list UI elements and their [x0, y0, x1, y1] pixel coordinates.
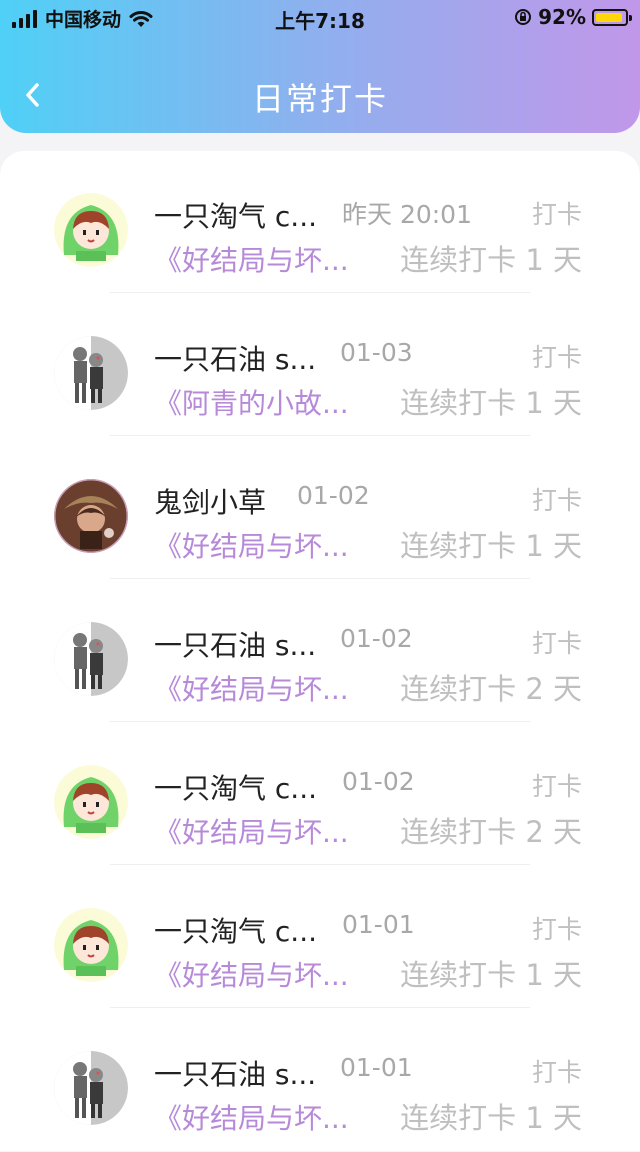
list-item[interactable]: 一只淘气 c... 01-01 打卡 《好结局与坏... 连续打卡 1 天 [0, 866, 640, 1009]
list-item[interactable]: 一只淘气 c... 01-02 打卡 《好结局与坏... 连续打卡 2 天 [0, 723, 640, 866]
user-nickname: 鬼剑小草 [154, 486, 267, 519]
orientation-lock-icon [515, 9, 532, 25]
list-item[interactable]: 一只淘气 c... 昨天 20:01 打卡 《好结局与坏... 连续打卡 1 天 [0, 151, 640, 294]
book-title[interactable]: 《好结局与坏... [154, 668, 349, 708]
user-avatar[interactable] [54, 622, 128, 696]
user-nickname: 一只淘气 c... [154, 200, 317, 233]
divider [110, 864, 530, 865]
checkin-time: 昨天 20:01 [342, 200, 472, 229]
checkin-time: 01-01 [340, 1053, 413, 1082]
user-avatar[interactable] [54, 908, 128, 982]
header-bar: 中国移动 上午7:18 92% 日常打卡 [0, 0, 640, 133]
girl-green-hood-avatar-icon [54, 908, 128, 982]
checkin-time: 01-01 [342, 910, 415, 939]
divider [110, 435, 530, 436]
streak-text: 连续打卡 1 天 [400, 1101, 582, 1135]
checkin-time: 01-03 [340, 338, 413, 367]
user-nickname: 一只石油 s... [154, 343, 317, 376]
book-title[interactable]: 《好结局与坏... [154, 525, 349, 565]
grey-character-avatar-icon [54, 336, 128, 410]
checkin-time: 01-02 [340, 624, 413, 653]
streak-text: 连续打卡 1 天 [400, 529, 582, 563]
status-right: 92% [514, 5, 632, 29]
user-nickname: 一只石油 s... [154, 629, 317, 662]
book-title[interactable]: 《好结局与坏... [154, 1097, 349, 1137]
streak-text: 连续打卡 1 天 [400, 386, 582, 420]
girl-green-hood-avatar-icon [54, 193, 128, 267]
checkin-action: 打卡 [531, 343, 582, 372]
checkin-action: 打卡 [531, 915, 582, 944]
user-avatar[interactable] [54, 336, 128, 410]
list-item[interactable]: 一只石油 s... 01-02 打卡 《好结局与坏... 连续打卡 2 天 [0, 580, 640, 723]
streak-text: 连续打卡 1 天 [400, 958, 582, 992]
user-avatar[interactable] [54, 1051, 128, 1125]
checkin-action: 打卡 [531, 772, 582, 801]
book-title[interactable]: 《好结局与坏... [154, 954, 349, 994]
user-nickname: 一只石油 s... [154, 1058, 317, 1091]
page-title: 日常打卡 [251, 80, 388, 118]
user-nickname: 一只淘气 c... [154, 772, 317, 805]
brown-character-avatar-icon [54, 479, 128, 553]
streak-text: 连续打卡 1 天 [400, 243, 582, 277]
checkin-action: 打卡 [531, 486, 582, 515]
checkin-list: 一只淘气 c... 昨天 20:01 打卡 《好结局与坏... 连续打卡 1 天… [0, 151, 640, 1151]
book-title[interactable]: 《阿青的小故... [154, 382, 349, 422]
checkin-action: 打卡 [531, 1058, 582, 1087]
user-avatar[interactable] [54, 765, 128, 839]
girl-green-hood-avatar-icon [54, 765, 128, 839]
divider [110, 1007, 530, 1008]
list-item[interactable]: 鬼剑小草 01-02 打卡 《好结局与坏... 连续打卡 1 天 [0, 437, 640, 580]
user-nickname: 一只淘气 c... [154, 915, 317, 948]
grey-character-avatar-icon [54, 1051, 128, 1125]
streak-text: 连续打卡 2 天 [400, 672, 582, 706]
checkin-time: 01-02 [297, 481, 370, 510]
book-title[interactable]: 《好结局与坏... [154, 239, 349, 279]
grey-character-avatar-icon [54, 622, 128, 696]
checkin-time: 01-02 [342, 767, 415, 796]
battery-percent: 92% [538, 5, 586, 29]
battery-icon [592, 8, 632, 26]
checkin-action: 打卡 [531, 629, 582, 658]
battery-fill [596, 12, 622, 22]
checkin-action: 打卡 [531, 200, 582, 229]
divider [110, 292, 530, 293]
user-avatar[interactable] [54, 479, 128, 553]
divider [110, 578, 530, 579]
divider [110, 721, 530, 722]
user-avatar[interactable] [54, 193, 128, 267]
status-bar: 中国移动 上午7:18 92% [0, 0, 640, 36]
list-item[interactable]: 一只石油 s... 01-03 打卡 《阿青的小故... 连续打卡 1 天 [0, 294, 640, 437]
streak-text: 连续打卡 2 天 [400, 815, 582, 849]
list-item[interactable]: 一只石油 s... 01-01 打卡 《好结局与坏... 连续打卡 1 天 [0, 1009, 640, 1152]
book-title[interactable]: 《好结局与坏... [154, 811, 349, 851]
